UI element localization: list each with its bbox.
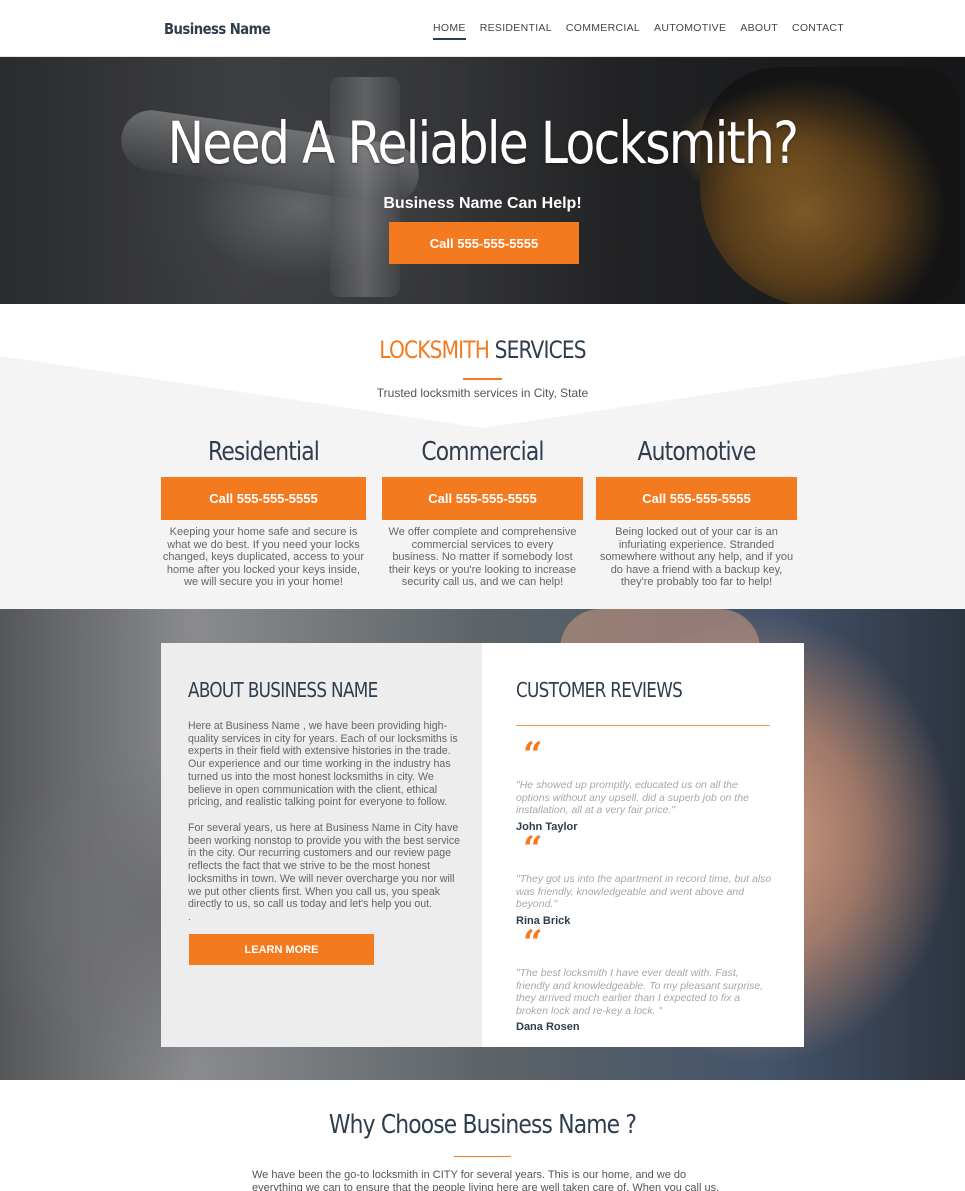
why-choose-section: Why Choose Business Name ? We have been … xyxy=(0,1080,965,1191)
service-description: We offer complete and comprehensive comm… xyxy=(388,526,577,589)
review-item: “ "They got us into the apartment in rec… xyxy=(516,829,774,927)
service-description: Keeping your home safe and secure is wha… xyxy=(162,526,365,589)
nav-item-about[interactable]: ABOUT xyxy=(740,22,778,40)
about-reviews-section: ABOUT BUSINESS NAME Here at Business Nam… xyxy=(0,609,965,1080)
about-trailing-mark: . xyxy=(188,912,191,923)
services-subtitle: Trusted locksmith services in City, Stat… xyxy=(376,386,589,400)
services-title: LOCKSMITH SERVICES xyxy=(77,336,888,364)
top-navbar: Business Name HOME RESIDENTIAL COMMERCIA… xyxy=(0,0,965,57)
review-author: John Taylor xyxy=(516,820,578,833)
services-divider xyxy=(463,378,502,380)
hero-call-button[interactable]: Call 555-555-5555 xyxy=(389,222,579,264)
quote-icon: “ xyxy=(523,923,543,963)
review-author: Rina Brick xyxy=(516,914,571,927)
review-text: "The best locksmith I have ever dealt wi… xyxy=(516,967,764,1017)
service-card-commercial: Commercial Call 555-555-5555 We offer co… xyxy=(382,437,583,589)
review-item: “ "He showed up promptly, educated us on… xyxy=(516,735,774,833)
reviews-panel: CUSTOMER REVIEWS “ "He showed up promptl… xyxy=(482,643,804,1047)
service-title: Automotive xyxy=(637,437,757,467)
hero-overlay xyxy=(0,57,965,304)
about-panel: ABOUT BUSINESS NAME Here at Business Nam… xyxy=(161,643,482,1047)
hero-section: Need A Reliable Locksmith? Business Name… xyxy=(0,57,965,304)
service-call-button[interactable]: Call 555-555-5555 xyxy=(382,477,583,520)
why-text: We have been the go-to locksmith in CITY… xyxy=(252,1169,720,1191)
nav-item-residential[interactable]: RESIDENTIAL xyxy=(480,22,552,40)
reviews-divider xyxy=(516,725,770,726)
main-menu: HOME RESIDENTIAL COMMERCIAL AUTOMOTIVE A… xyxy=(433,22,858,40)
service-title: Residential xyxy=(207,437,320,467)
services-title-accent: LOCKSMITH xyxy=(379,336,490,364)
hero-headline: Need A Reliable Locksmith? xyxy=(167,109,799,177)
learn-more-button[interactable]: LEARN MORE xyxy=(189,934,374,965)
nav-item-home[interactable]: HOME xyxy=(433,22,466,40)
service-title: Commercial xyxy=(421,437,544,467)
service-description: Being locked out of your car is an infur… xyxy=(599,526,794,589)
quote-icon: “ xyxy=(523,829,543,869)
brand-logo[interactable]: Business Name xyxy=(164,20,271,38)
about-title: ABOUT BUSINESS NAME xyxy=(188,678,378,702)
review-author: Dana Rosen xyxy=(516,1021,580,1034)
service-call-button[interactable]: Call 555-555-5555 xyxy=(596,477,797,520)
hero-subheadline: Business Name Can Help! xyxy=(383,195,582,212)
nav-item-contact[interactable]: CONTACT xyxy=(792,22,844,40)
nav-item-automotive[interactable]: AUTOMOTIVE xyxy=(654,22,726,40)
why-divider xyxy=(454,1156,511,1157)
reviews-title: CUSTOMER REVIEWS xyxy=(516,678,683,702)
service-card-automotive: Automotive Call 555-555-5555 Being locke… xyxy=(596,437,797,589)
nav-item-commercial[interactable]: COMMERCIAL xyxy=(566,22,640,40)
quote-icon: “ xyxy=(523,735,543,775)
service-card-residential: Residential Call 555-555-5555 Keeping yo… xyxy=(161,437,366,589)
review-text: "They got us into the apartment in recor… xyxy=(516,873,772,911)
about-paragraph-1: Here at Business Name , we have been pro… xyxy=(188,720,458,809)
review-item: “ "The best locksmith I have ever dealt … xyxy=(516,923,774,1034)
why-title: Why Choose Business Name ? xyxy=(328,1110,637,1140)
service-call-button[interactable]: Call 555-555-5555 xyxy=(161,477,366,520)
services-section: LOCKSMITH SERVICES Trusted locksmith ser… xyxy=(0,304,965,609)
about-paragraph-2: For several years, us here at Business N… xyxy=(188,822,461,911)
review-text: "He showed up promptly, educated us on a… xyxy=(516,779,749,817)
services-title-rest: SERVICES xyxy=(489,336,587,364)
